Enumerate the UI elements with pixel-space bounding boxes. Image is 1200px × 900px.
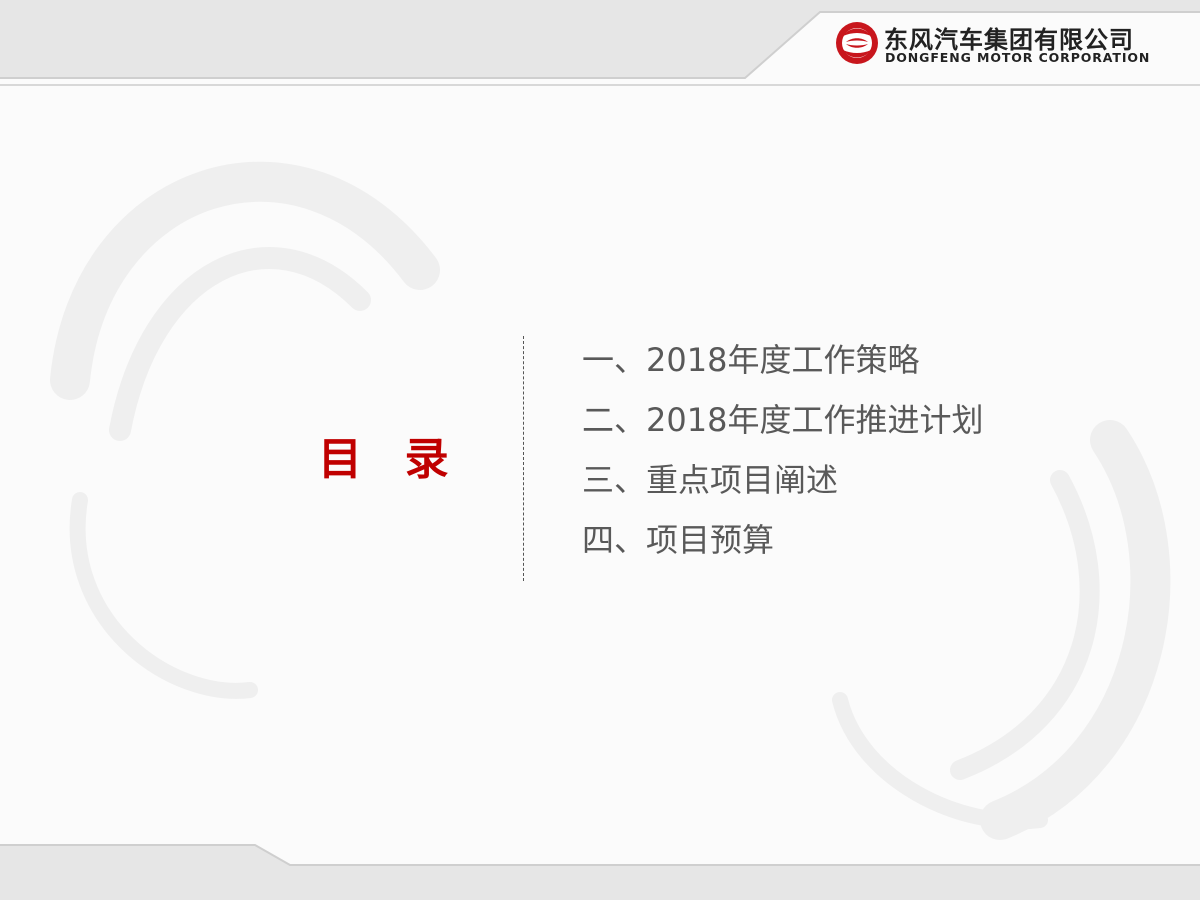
- company-logo: 东风汽车集团有限公司 DONGFENG MOTOR CORPORATION: [834, 16, 1164, 72]
- toc-title: 目 录: [318, 434, 453, 485]
- toc-item[interactable]: 三、重点项目阐述: [582, 450, 983, 510]
- toc-divider: [523, 336, 524, 581]
- footer-band: [0, 844, 1200, 900]
- toc-list: 一、2018年度工作策略 二、2018年度工作推进计划 三、重点项目阐述 四、项…: [582, 330, 983, 570]
- toc-item[interactable]: 一、2018年度工作策略: [582, 330, 983, 390]
- toc-item[interactable]: 四、项目预算: [582, 510, 983, 570]
- company-name-en: DONGFENG MOTOR CORPORATION: [885, 50, 1151, 65]
- slide: 东风汽车集团有限公司 DONGFENG MOTOR CORPORATION 目 …: [0, 0, 1200, 900]
- dongfeng-logo-icon: [836, 22, 878, 64]
- toc-item[interactable]: 二、2018年度工作推进计划: [582, 390, 983, 450]
